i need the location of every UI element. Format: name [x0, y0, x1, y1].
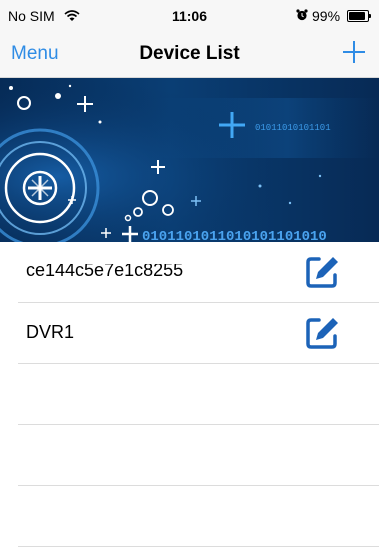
edit-icon[interactable]: [304, 254, 340, 290]
device-name: DVR1: [26, 322, 75, 342]
add-device-button[interactable]: [342, 40, 366, 64]
tech-gear-illustration: 01011010101101 0101101011010101101010: [0, 78, 379, 242]
device-row[interactable]: ce144c5e7e1c8255: [18, 242, 379, 303]
banner-image: 01011010101101 0101101011010101101010: [0, 78, 379, 242]
device-name: ce144c5e7e1c8255: [26, 260, 184, 276]
battery-percent: 99%: [312, 8, 341, 24]
empty-row: [18, 425, 379, 486]
status-bar: No SIM 11:06 99%: [0, 0, 379, 32]
empty-row: [18, 486, 379, 547]
device-row[interactable]: DVR1: [18, 303, 379, 364]
edit-icon[interactable]: [304, 315, 340, 351]
device-list: ce144c5e7e1c8255 DVR1: [0, 242, 379, 547]
alarm-icon: [296, 9, 308, 24]
banner-binary-small: 01011010101101: [255, 123, 331, 133]
battery-icon: [347, 10, 371, 22]
menu-button[interactable]: Menu: [11, 43, 59, 65]
plus-icon: [343, 41, 365, 63]
empty-row: [18, 364, 379, 425]
navigation-bar: Menu Device List: [0, 32, 379, 78]
banner-binary-large: 0101101011010101101010: [142, 229, 327, 242]
